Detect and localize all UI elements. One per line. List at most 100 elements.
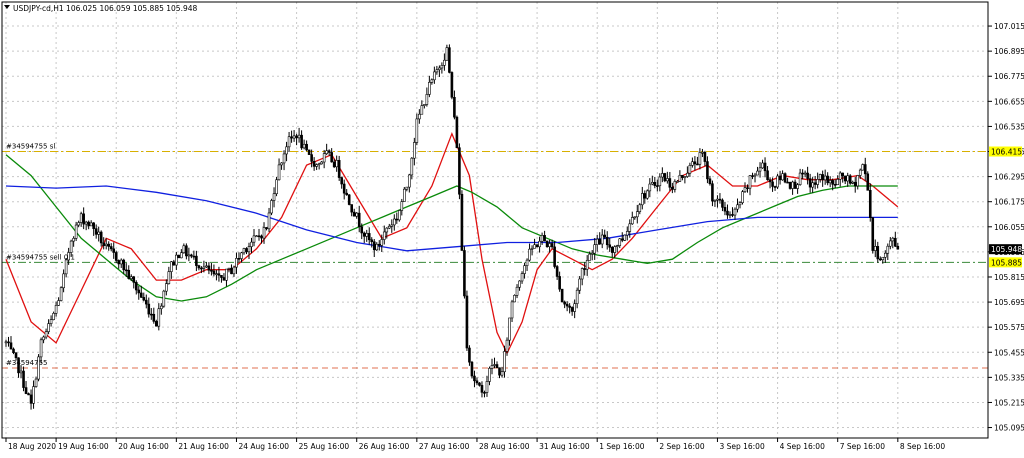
candle-body: [540, 235, 544, 242]
candle-body: [9, 342, 13, 350]
candle-body: [157, 308, 161, 327]
price-tick-label: 105.815: [994, 273, 1024, 282]
candle-body: [367, 233, 371, 241]
price-chart[interactable]: #34594755 sl#34594755 sell 0.1#34594755 …: [0, 0, 1024, 454]
candle-body: [142, 297, 146, 301]
candle-body: [117, 260, 121, 265]
candle-body: [242, 248, 246, 254]
candle-body: [823, 175, 827, 181]
candle-body: [42, 336, 45, 341]
candle-body: [400, 201, 404, 211]
grid: [2, 2, 988, 438]
candle-body: [861, 164, 865, 171]
candle-body: [207, 265, 211, 271]
candle-body: [600, 234, 604, 245]
candle-body: [661, 173, 664, 178]
candle-body: [828, 180, 832, 184]
candle-body: [603, 234, 607, 238]
price-axis-marker-label: 106.415: [991, 148, 1022, 157]
candle-body: [17, 357, 20, 374]
candle-body: [671, 186, 674, 190]
candle-body: [453, 97, 456, 118]
candle-body: [332, 161, 336, 168]
candle-body: [67, 252, 70, 261]
price-tick-label: 105.455: [994, 348, 1024, 357]
price-tick-label: 105.335: [994, 373, 1024, 382]
candle-body: [841, 172, 845, 177]
candle-body: [382, 231, 386, 240]
candle-body: [162, 290, 166, 307]
candle-body: [220, 275, 223, 278]
candle-body: [89, 222, 93, 227]
time-tick-label: 2 Sep 16:00: [659, 442, 705, 451]
candle-body: [64, 259, 68, 275]
candle-body: [212, 270, 216, 275]
candle-body: [478, 382, 481, 386]
candle-body: [200, 267, 203, 270]
price-tick-label: 105.575: [994, 323, 1024, 332]
candle-body: [392, 218, 396, 226]
candle-body: [202, 266, 206, 269]
candle-body: [801, 172, 804, 175]
chart-window[interactable]: #34594755 sl #34594755 sell 0.1 #34594755 …: [0, 0, 1024, 454]
candles: [4, 44, 900, 410]
time-axis[interactable]: 18 Aug 2020 19 Aug 16:00 20 Aug 16:00 21 Au…: [5, 438, 945, 451]
time-tick-label: 7 Sep 16:00: [840, 442, 886, 451]
candle-body: [327, 150, 331, 153]
candle-body: [124, 269, 128, 272]
candle-body: [796, 184, 799, 189]
candle-body: [570, 307, 574, 312]
candle-body: [403, 188, 406, 202]
candle-body: [307, 149, 311, 155]
candle-body: [563, 301, 566, 305]
candle-body: [736, 204, 739, 210]
candle-body: [640, 193, 644, 206]
candle-body: [227, 267, 231, 270]
candle-body: [813, 182, 817, 185]
candle-body: [165, 283, 168, 292]
candle-body: [280, 162, 283, 166]
candle-body: [746, 187, 749, 189]
candle-body: [19, 370, 23, 374]
candle-body: [380, 239, 384, 246]
candle-body: [240, 252, 243, 259]
candle-body: [891, 237, 895, 242]
candle-body: [435, 69, 439, 73]
candle-body: [653, 182, 657, 186]
candle-body: [545, 240, 549, 248]
price-axis[interactable]: 107.015 106.895 106.775 106.655 106.535 106.4…: [988, 22, 1024, 433]
candle-body: [172, 261, 176, 266]
candle-body: [352, 211, 356, 217]
price-tick-label: 106.295: [994, 173, 1024, 182]
candle-body: [69, 240, 73, 253]
candle-body: [595, 238, 599, 245]
candle-body: [843, 175, 847, 182]
candle-body: [92, 222, 95, 229]
candle-body: [583, 268, 586, 270]
candle-body: [763, 162, 767, 172]
candle-body: [806, 172, 809, 179]
candle-body: [608, 244, 612, 248]
candle-body: [618, 238, 622, 246]
candle-body: [463, 250, 466, 297]
candle-body: [693, 161, 697, 165]
candle-body: [500, 371, 504, 376]
candle-body: [753, 174, 757, 177]
candle-body: [676, 181, 679, 183]
candle-body: [530, 247, 534, 250]
candle-body: [127, 269, 131, 279]
candle-body: [302, 143, 306, 149]
candle-body: [155, 321, 158, 327]
candle-body: [119, 259, 123, 265]
candle-body: [878, 258, 882, 261]
candle-body: [480, 385, 484, 393]
triangle-down-icon[interactable]: [4, 5, 10, 9]
candle-body: [102, 242, 105, 246]
candle-body: [490, 365, 494, 369]
price-tick-label: 105.095: [994, 424, 1024, 433]
candle-body: [866, 173, 870, 191]
candle-body: [590, 252, 594, 255]
candle-body: [876, 246, 880, 260]
candle-body: [756, 170, 759, 176]
candle-body: [97, 231, 100, 235]
